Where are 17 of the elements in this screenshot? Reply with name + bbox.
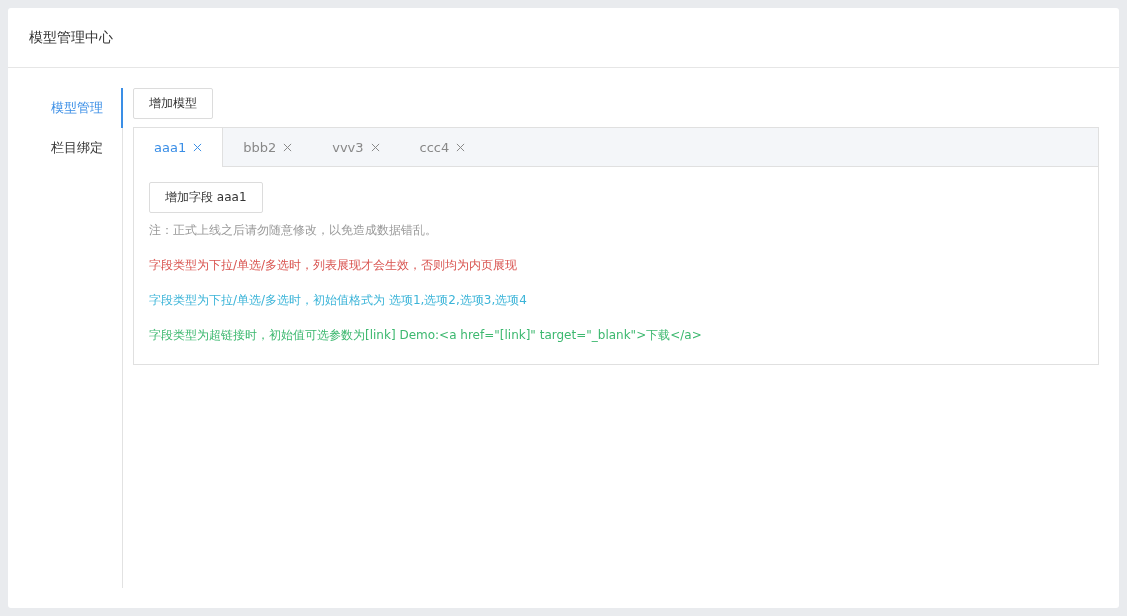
note-text: 字段类型为下拉/单选/多选时，列表展现才会生效，否则均为内页展现	[149, 257, 519, 274]
close-icon[interactable]	[283, 142, 293, 152]
add-field-button[interactable]: 增加字段 aaa1	[149, 182, 263, 213]
note-text: 注：正式上线之后请勿随意修改，以免造成数据错乱。	[149, 222, 438, 239]
close-icon[interactable]	[193, 143, 203, 152]
tab[interactable]: ccc4	[399, 128, 486, 166]
add-model-button[interactable]: 增加模型	[133, 88, 213, 119]
close-icon[interactable]	[456, 142, 466, 152]
tab[interactable]: aaa1	[134, 128, 224, 167]
tab[interactable]: vvv3	[312, 128, 400, 166]
close-icon[interactable]	[370, 142, 380, 152]
card-title: 模型管理中心	[29, 28, 113, 47]
note-text: 字段类型为下拉/单选/多选时，初始值格式为 选项1,选项2,选项3,选项4	[149, 292, 528, 309]
sidebar-item[interactable]: 模型管理	[8, 88, 123, 128]
note-text: 字段类型为超链接时，初始值可选参数为[link] Demo:<a href="[link]" target="_blank">下载</a>	[149, 327, 703, 344]
sidebar-item[interactable]: 栏目绑定	[8, 128, 123, 168]
tab[interactable]: bbb2	[223, 128, 313, 166]
